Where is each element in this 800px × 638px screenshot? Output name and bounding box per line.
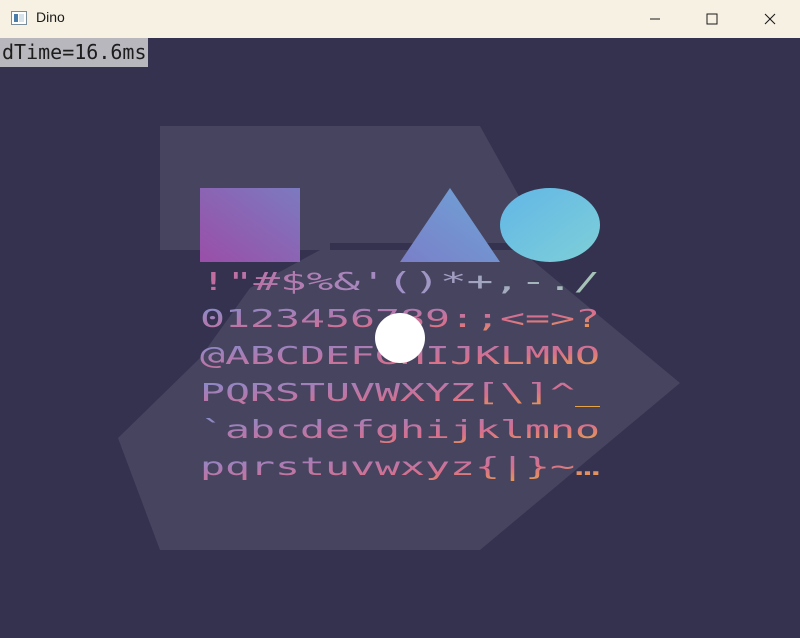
title-bar[interactable]: Dino xyxy=(0,0,800,38)
window-title: Dino xyxy=(36,9,65,25)
glyph-row-4: PQRSTUVWXYZ[\]^_ xyxy=(200,378,602,407)
glyph-row-1: !"#$%&'()*+,-./ xyxy=(200,267,600,296)
gradient-square xyxy=(200,188,300,262)
app-window-icon xyxy=(11,11,27,25)
glyph-row-5: `abcdefghijklmno xyxy=(200,415,600,444)
frame-time-overlay: dTime=16.6ms xyxy=(0,38,148,67)
gradient-ellipse xyxy=(500,188,600,262)
maximize-icon xyxy=(706,13,718,25)
white-circle xyxy=(375,313,425,363)
app-window: Dino !"#$%&'()*+,-./ PQRSTUVWXYZ[\]^_ `a… xyxy=(0,0,800,638)
minimize-icon xyxy=(650,18,660,20)
close-button[interactable] xyxy=(741,0,799,38)
maximize-button[interactable] xyxy=(683,0,741,38)
scene-svg: !"#$%&'()*+,-./ 0123456789:;<=>? @ABCDEF… xyxy=(118,126,680,550)
close-icon xyxy=(764,13,776,25)
glyph-row-6: pqrstuvwxyz{|}~… xyxy=(200,452,600,481)
game-canvas[interactable]: !"#$%&'()*+,-./ 0123456789:;<=>? @ABCDEF… xyxy=(0,38,800,638)
minimize-button[interactable] xyxy=(626,0,684,38)
